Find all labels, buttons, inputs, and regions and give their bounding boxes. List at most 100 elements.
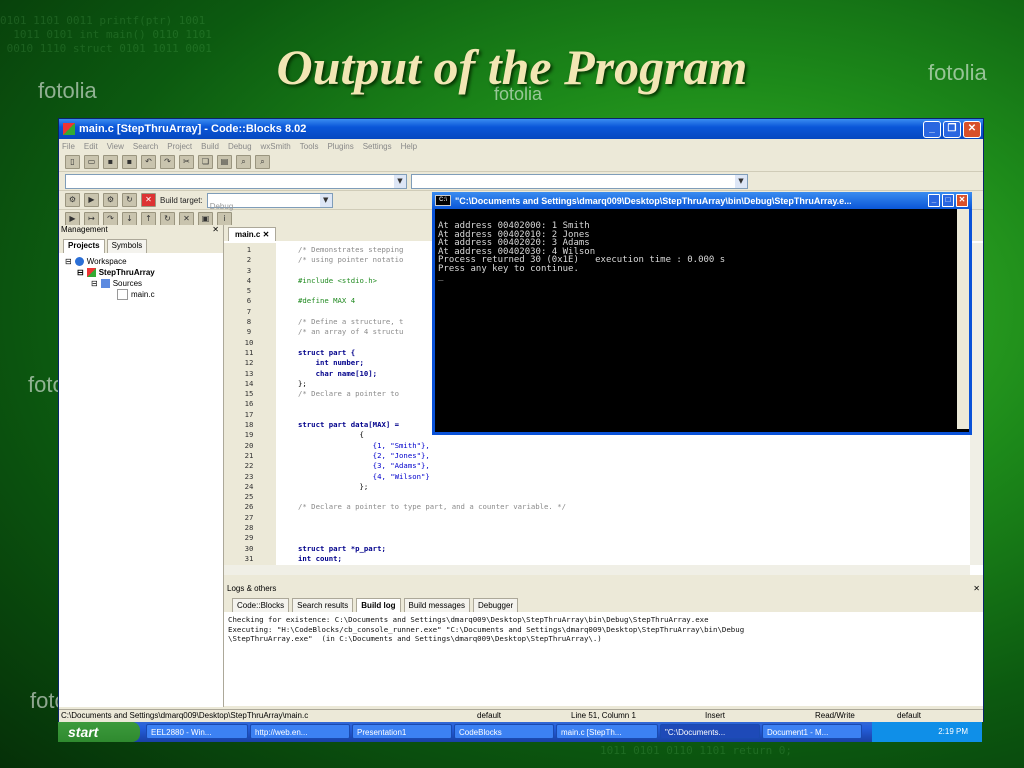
info-icon[interactable]: i: [217, 212, 232, 226]
line-number: 28: [244, 523, 254, 533]
code-line[interactable]: 27: [224, 513, 969, 523]
tree-item-main-c[interactable]: main.c: [59, 289, 223, 300]
line-number: 24: [244, 481, 254, 491]
code-line[interactable]: 26 /* Declare a pointer to type part, and…: [224, 502, 969, 512]
menu-debug[interactable]: Debug: [228, 142, 252, 151]
status-encoding: default: [477, 711, 502, 720]
tab-projects[interactable]: Projects: [63, 239, 105, 253]
task-document1[interactable]: Document1 - M...: [762, 724, 862, 739]
abort-icon[interactable]: ✕: [141, 193, 156, 207]
task-eel2880[interactable]: EEL2880 - Win...: [146, 724, 248, 739]
menu-edit[interactable]: Edit: [84, 142, 98, 151]
menu-plugins[interactable]: Plugins: [327, 142, 353, 151]
code-line[interactable]: 23 {4, "Wilson"}: [224, 472, 969, 482]
window-titlebar[interactable]: main.c [StepThruArray] - Code::Blocks 8.…: [59, 119, 983, 139]
run-icon[interactable]: ▶: [84, 193, 99, 207]
code-line[interactable]: 29: [224, 533, 969, 543]
debug-windows-icon[interactable]: ▣: [198, 212, 213, 226]
task-codeblocks-folder[interactable]: CodeBlocks: [454, 724, 554, 739]
tab-build-log[interactable]: Build log: [356, 598, 401, 612]
step-into-icon[interactable]: ↓: [122, 212, 137, 226]
build-icon[interactable]: ⚙: [65, 193, 80, 207]
menu-file[interactable]: File: [62, 142, 75, 151]
task-console[interactable]: "C:\Documents...: [660, 724, 760, 739]
tree-item-workspace[interactable]: ⊟ Workspace: [59, 256, 223, 267]
menu-wxsmith[interactable]: wxSmith: [261, 142, 291, 151]
replace-icon[interactable]: ⌕: [255, 155, 270, 169]
line-number: 15: [244, 389, 254, 399]
run-to-cursor-icon[interactable]: ↦: [84, 212, 99, 226]
tab-build-messages[interactable]: Build messages: [403, 598, 470, 612]
task-browser[interactable]: http://web.en...: [250, 724, 350, 739]
build-target-combo[interactable]: Debug ▼: [206, 192, 333, 211]
new-file-icon[interactable]: ▯: [65, 155, 80, 169]
step-out-icon[interactable]: ↑: [141, 212, 156, 226]
code-line[interactable]: 22 {3, "Adams"},: [224, 461, 969, 471]
tab-codeblocks-log[interactable]: Code::Blocks: [232, 598, 290, 612]
tab-symbols[interactable]: Symbols: [106, 239, 148, 253]
editor-tab-main-c[interactable]: main.c ✕: [228, 227, 277, 241]
save-icon[interactable]: ▪: [103, 155, 118, 169]
tab-search-results[interactable]: Search results: [292, 598, 354, 612]
menu-build[interactable]: Build: [201, 142, 219, 151]
rebuild-icon[interactable]: ↻: [122, 193, 137, 207]
symbol-combo[interactable]: ▼: [411, 173, 748, 189]
save-all-icon[interactable]: ▪: [122, 155, 137, 169]
code-line[interactable]: 30 struct part *p_part;: [224, 544, 969, 554]
code-line[interactable]: 24 };: [224, 482, 969, 492]
close-icon[interactable]: ✕: [212, 225, 219, 237]
scope-combo[interactable]: ▼: [65, 173, 407, 189]
tree-item-project[interactable]: ⊟ StepThruArray: [59, 267, 223, 278]
undo-icon[interactable]: ↶: [141, 155, 156, 169]
collapse-icon[interactable]: ⊟: [65, 257, 72, 266]
chevron-down-icon: ▼: [319, 193, 332, 207]
menu-view[interactable]: View: [107, 142, 124, 151]
menu-settings[interactable]: Settings: [363, 142, 392, 151]
code-line[interactable]: 25: [224, 492, 969, 502]
menu-tools[interactable]: Tools: [300, 142, 319, 151]
code-line[interactable]: 21 {2, "Jones"},: [224, 451, 969, 461]
start-button[interactable]: start: [58, 722, 140, 742]
line-number: 9: [246, 327, 252, 337]
console-close-button[interactable]: ✕: [956, 194, 968, 207]
task-presentation[interactable]: Presentation1: [352, 724, 452, 739]
stop-debug-icon[interactable]: ✕: [179, 212, 194, 226]
task-main-c[interactable]: main.c [StepTh...: [556, 724, 658, 739]
close-button[interactable]: ✕: [963, 120, 981, 138]
console-minimize-button[interactable]: _: [928, 194, 940, 207]
build-run-icon[interactable]: ⚙: [103, 193, 118, 207]
tab-debugger[interactable]: Debugger: [472, 598, 519, 612]
code-text: {: [298, 430, 364, 440]
code-line[interactable]: 31 int count;: [224, 554, 969, 564]
cut-icon[interactable]: ✂: [179, 155, 194, 169]
console-titlebar[interactable]: C:\ "C:\Documents and Settings\dmarq009\…: [432, 192, 972, 209]
console-maximize-button[interactable]: □: [942, 194, 954, 207]
code-line[interactable]: 28: [224, 523, 969, 533]
tree-item-sources[interactable]: ⊟ Sources: [59, 278, 223, 289]
redo-icon[interactable]: ↷: [160, 155, 175, 169]
code-line[interactable]: 20 {1, "Smith"},: [224, 441, 969, 451]
copy-icon[interactable]: ❏: [198, 155, 213, 169]
menu-help[interactable]: Help: [401, 142, 417, 151]
minimize-button[interactable]: _: [923, 120, 941, 138]
horizontal-scrollbar[interactable]: [224, 565, 970, 575]
build-target-label: Build target:: [160, 195, 203, 205]
continue-icon[interactable]: ↻: [160, 212, 175, 226]
open-folder-icon[interactable]: ▭: [84, 155, 99, 169]
collapse-icon[interactable]: ⊟: [91, 279, 98, 288]
code-text: {4, "Wilson"}: [298, 471, 430, 481]
console-scrollbar[interactable]: [957, 209, 969, 429]
clock[interactable]: 2:19 PM: [938, 727, 968, 736]
debug-start-icon[interactable]: ▶: [65, 212, 80, 226]
collapse-icon[interactable]: ⊟: [77, 268, 84, 277]
close-icon[interactable]: ✕: [973, 584, 980, 596]
find-icon[interactable]: ⌕: [236, 155, 251, 169]
console-window[interactable]: C:\ "C:\Documents and Settings\dmarq009\…: [432, 192, 972, 435]
next-line-icon[interactable]: ↷: [103, 212, 118, 226]
menu-project[interactable]: Project: [167, 142, 192, 151]
close-icon[interactable]: ✕: [263, 230, 270, 239]
paste-icon[interactable]: ▤: [217, 155, 232, 169]
code-text: };: [298, 378, 307, 388]
maximize-button[interactable]: ❐: [943, 120, 961, 138]
menu-search[interactable]: Search: [133, 142, 158, 151]
